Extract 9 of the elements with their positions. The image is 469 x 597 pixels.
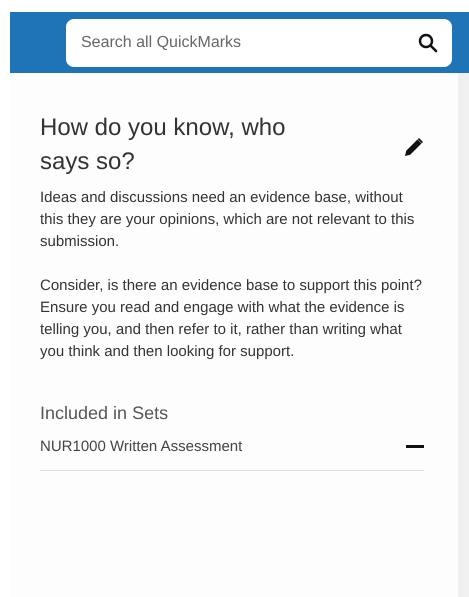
search-icon[interactable] bbox=[418, 32, 438, 52]
sets-heading: Included in Sets bbox=[40, 403, 170, 424]
comment-paragraph: Consider, is there an evidence base to support this point? Ensure you read and engage with what the evidence is telling you, and then refer to it, rather than writing what you think and then looking for support. bbox=[40, 276, 423, 362]
comment-paragraph: Ideas and discussions need an evidence base, without this they are your opinions, which are not relevant to this submission. bbox=[40, 188, 416, 252]
edit-icon[interactable] bbox=[402, 135, 426, 159]
set-name: NUR1000 Written Assessment bbox=[40, 438, 242, 455]
remove-icon[interactable] bbox=[406, 444, 424, 448]
search-field[interactable]: Search all QuickMarks bbox=[66, 18, 452, 66]
quickmark-title: How do you know, who says so? bbox=[40, 113, 286, 177]
